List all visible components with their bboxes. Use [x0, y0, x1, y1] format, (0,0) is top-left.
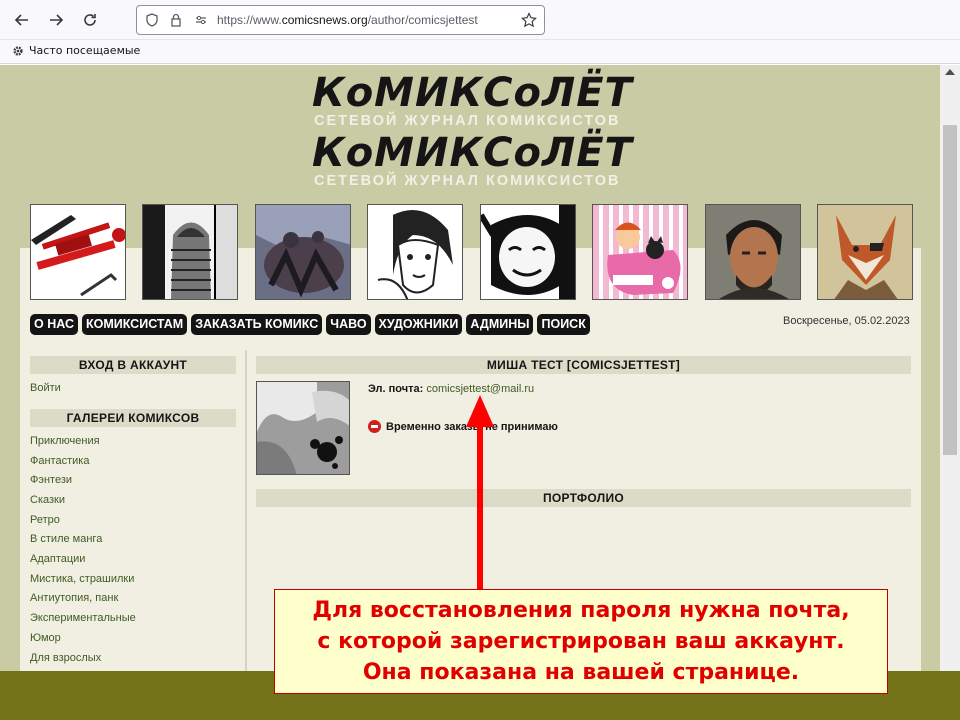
- annotation-arrow: [466, 395, 494, 590]
- artist-thumbnail-girl[interactable]: [367, 204, 463, 300]
- back-icon[interactable]: [10, 8, 34, 32]
- gallery-manga[interactable]: В стиле манга: [30, 533, 102, 545]
- address-bar[interactable]: https://www.comicsnews.org/author/comics…: [136, 5, 545, 35]
- artist-thumbnail-knight[interactable]: [142, 204, 238, 300]
- main-menu: О НАС КОМИКСИСТАМ ЗАКАЗАТЬ КОМИКС ЧАВО Х…: [30, 314, 590, 335]
- annotation-callout: Для восстановления пароля нужна почта, с…: [274, 589, 888, 694]
- gallery-fairy-tales[interactable]: Сказки: [30, 494, 65, 506]
- artist-thumbnail-creature[interactable]: [255, 204, 351, 300]
- callout-line-1: Для восстановления пароля нужна почта,: [312, 598, 850, 623]
- current-date: Воскресенье, 05.02.2023: [783, 315, 910, 327]
- artist-thumbnail-portrait[interactable]: [705, 204, 801, 300]
- portfolio-header: ПОРТФОЛИО: [256, 489, 911, 507]
- bookmarks-bar: Часто посещаемые: [0, 40, 960, 64]
- gallery-adaptations[interactable]: Адаптации: [30, 553, 85, 565]
- login-link[interactable]: Войти: [30, 382, 61, 394]
- artist-thumbnail-cartoon[interactable]: [592, 204, 688, 300]
- site-logo[interactable]: КоМИКСоЛЁТ СЕТЕВОЙ ЖУРНАЛ КОМИКСИСТОВ: [312, 73, 632, 135]
- bookmark-most-visited[interactable]: Часто посещаемые: [12, 44, 140, 57]
- logo-title: КоМИКСоЛЁТ: [312, 70, 633, 116]
- gear-icon: [13, 45, 23, 56]
- url-text: https://www.comicsnews.org/author/comics…: [217, 13, 478, 27]
- lock-icon[interactable]: [168, 12, 184, 28]
- menu-for-comic-artists[interactable]: КОМИКСИСТАМ: [81, 314, 188, 335]
- stop-icon: [368, 420, 381, 433]
- menu-artists[interactable]: ХУДОЖНИКИ: [374, 314, 463, 335]
- menu-order-comic[interactable]: ЗАКАЗАТЬ КОМИКС: [191, 314, 323, 335]
- menu-about[interactable]: О НАС: [30, 314, 78, 335]
- gallery-adventure[interactable]: Приключения: [30, 435, 100, 447]
- gallery-horror[interactable]: Мистика, страшилки: [30, 573, 134, 585]
- profile-title: МИША ТЕСТ [COMICSJETTEST]: [256, 356, 911, 374]
- permissions-icon[interactable]: [193, 12, 209, 28]
- email-label: Эл. почта:: [368, 383, 424, 395]
- galleries-header: ГАЛЕРЕИ КОМИКСОВ: [30, 409, 236, 427]
- scrollbar-thumb[interactable]: [943, 125, 957, 455]
- gallery-experimental[interactable]: Экспериментальные: [30, 612, 136, 624]
- order-status: Временно заказы не принимаю: [368, 420, 558, 433]
- bookmark-star-icon[interactable]: [521, 12, 537, 28]
- artist-thumbnail-biplane[interactable]: [30, 204, 126, 300]
- page-scrollbar[interactable]: [940, 65, 960, 720]
- gallery-humor[interactable]: Юмор: [30, 632, 61, 644]
- browser-toolbar: https://www.comicsnews.org/author/comics…: [0, 0, 960, 40]
- gallery-scifi[interactable]: Фантастика: [30, 455, 89, 467]
- artist-thumbnail-fox[interactable]: [817, 204, 913, 300]
- menu-search[interactable]: ПОИСК: [537, 314, 590, 335]
- menu-admins[interactable]: АДМИНЫ: [466, 314, 534, 335]
- reload-icon[interactable]: [78, 8, 102, 32]
- gallery-dystopia[interactable]: Антиутопия, панк: [30, 592, 118, 604]
- login-header: ВХОД В АККАУНТ: [30, 356, 236, 374]
- forward-icon[interactable]: [44, 8, 68, 32]
- artist-thumbnail-face[interactable]: [480, 204, 576, 300]
- callout-line-2: с которой зарегистрирован ваш аккаунт.: [317, 629, 845, 654]
- profile-avatar: [256, 381, 350, 475]
- menu-faq[interactable]: ЧАВО: [326, 314, 371, 335]
- logo-title: КоМИКСоЛЁТ: [312, 130, 633, 176]
- logo-subtitle: СЕТЕВОЙ ЖУРНАЛ КОМИКСИСТОВ: [314, 113, 621, 129]
- gallery-retro[interactable]: Ретро: [30, 514, 60, 526]
- gallery-adult[interactable]: Для взрослых: [30, 652, 101, 664]
- scroll-up-icon[interactable]: [945, 69, 955, 75]
- sidebar-divider: [245, 350, 247, 720]
- shield-icon[interactable]: [144, 12, 160, 28]
- bookmark-label: Часто посещаемые: [29, 44, 141, 57]
- email-row: Эл. почта: comicsjettest@mail.ru: [368, 383, 534, 395]
- logo-subtitle: СЕТЕВОЙ ЖУРНАЛ КОМИКСИСТОВ: [314, 173, 621, 189]
- callout-line-3: Она показана на вашей странице.: [362, 660, 800, 685]
- email-link[interactable]: comicsjettest@mail.ru: [426, 383, 534, 395]
- gallery-fantasy[interactable]: Фэнтези: [30, 474, 72, 486]
- site-logo-duplicate: КоМИКСоЛЁТ СЕТЕВОЙ ЖУРНАЛ КОМИКСИСТОВ: [312, 133, 632, 195]
